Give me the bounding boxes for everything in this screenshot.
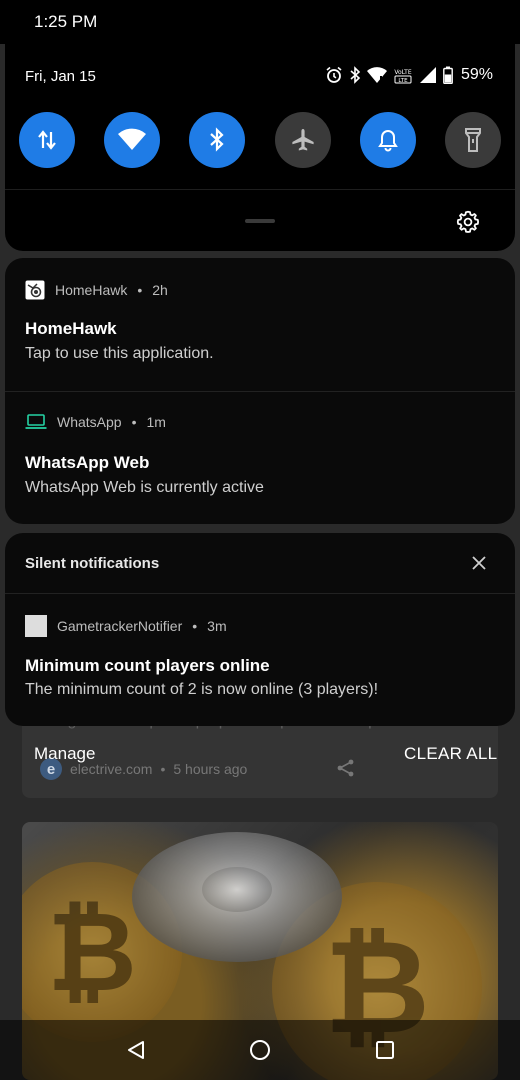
bluetooth-tile[interactable] [189,112,245,168]
recents-icon[interactable] [373,1038,397,1062]
battery-percent: 59% [460,66,493,83]
expand-handle[interactable] [245,219,275,223]
flashlight-tile[interactable] [445,112,501,168]
bluetooth-icon [210,127,224,152]
alarm-icon [326,66,342,83]
bell-icon [378,129,398,152]
status-bar: 1:25 PM [0,0,520,44]
notification-app-name: WhatsApp [57,414,122,430]
data-transfer-icon [38,130,56,150]
home-icon[interactable] [248,1038,272,1062]
quick-settings-panel: Fri, Jan 15 VoLTE LTE 59% [5,44,515,251]
notification-time: 2h [152,282,168,298]
share-icon[interactable] [336,758,356,778]
notification-header: HomeHawk • 2h [25,280,168,300]
volte-lte-icon: VoLTE LTE [394,69,411,84]
notification-text: Tap to use this application. [25,345,214,362]
sound-tile[interactable] [360,112,416,168]
gear-icon[interactable] [456,210,480,234]
notification-title: Minimum count players online [25,656,270,675]
silent-notifications-group: Silent notifications GametrackerNotifier… [5,533,515,726]
notification-time: 1m [146,414,166,430]
notification-app-name: GametrackerNotifier [57,618,183,634]
svg-text:VoLTE: VoLTE [394,69,411,76]
notification-title: HomeHawk [25,319,117,338]
homehawk-app-icon [25,280,45,300]
close-icon[interactable] [471,555,487,571]
wifi-icon [366,67,387,83]
notification-title: WhatsApp Web [25,453,150,472]
notification-gametracker[interactable]: GametrackerNotifier • 3m Minimum count p… [5,594,515,726]
airplane-mode-tile[interactable] [275,112,331,168]
mobile-data-tile[interactable] [19,112,75,168]
svg-text:LTE: LTE [398,78,408,84]
notification-time: 3m [207,618,227,634]
flashlight-icon [465,128,481,152]
laptop-icon [25,414,47,429]
qs-status-icons: VoLTE LTE 59% [325,66,493,84]
wifi-icon [118,128,146,150]
navigation-bar [0,1020,520,1080]
notification-header: WhatsApp • 1m [25,414,166,430]
notification-text: WhatsApp Web is currently active [25,479,264,496]
silent-notifications-label: Silent notifications [25,555,160,572]
notification-homehawk[interactable]: HomeHawk • 2h HomeHawk Tap to use this a… [5,258,515,391]
bluetooth-icon [350,66,361,84]
cell-signal-icon [419,67,436,83]
notification-group: HomeHawk • 2h HomeHawk Tap to use this a… [5,258,515,524]
manage-button[interactable]: Manage [34,744,95,764]
status-time: 1:25 PM [34,12,98,31]
qs-divider [5,189,515,190]
notification-whatsapp[interactable]: WhatsApp • 1m WhatsApp Web WhatsApp Web … [5,392,515,524]
news-age: 5 hours ago [173,761,248,777]
notification-header: GametrackerNotifier • 3m [25,615,227,637]
battery-icon [443,66,453,84]
clear-all-button[interactable]: CLEAR ALL [404,744,497,764]
wifi-tile[interactable] [104,112,160,168]
back-icon[interactable] [124,1038,148,1062]
qs-date: Fri, Jan 15 [25,68,96,85]
airplane-icon [292,129,314,151]
notification-text: The minimum count of 2 is now online (3 … [25,681,379,698]
gametracker-app-icon [25,615,47,637]
notification-app-name: HomeHawk [55,282,128,298]
